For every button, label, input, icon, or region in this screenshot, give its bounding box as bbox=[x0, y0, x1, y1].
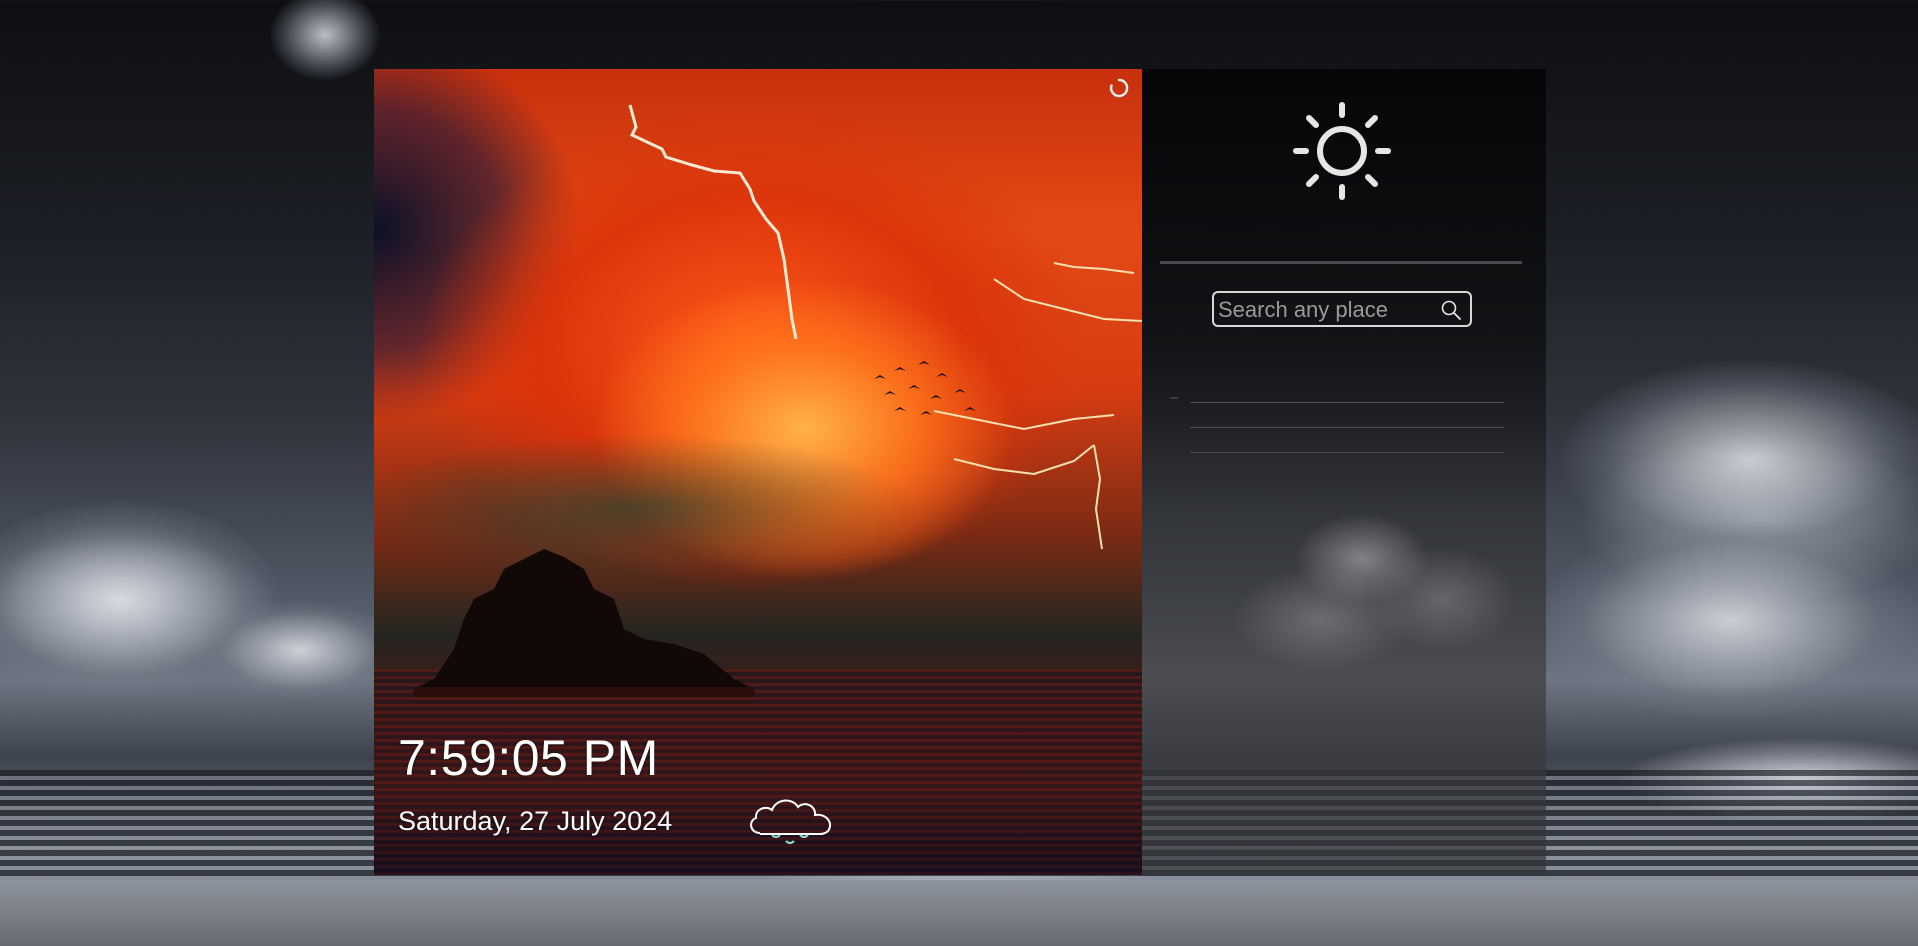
birds-illustration bbox=[874, 361, 976, 415]
clock-card: 7:59:05 PM Saturday, 27 July 2024 bbox=[374, 69, 1142, 875]
panel-cloud-art bbox=[1212, 449, 1532, 709]
clock-date: Saturday, 27 July 2024 bbox=[398, 806, 673, 836]
search-input[interactable] bbox=[1216, 295, 1440, 325]
result-item[interactable] bbox=[1190, 427, 1504, 428]
background-cloud bbox=[1540, 520, 1918, 720]
result-item[interactable] bbox=[1190, 452, 1504, 453]
result-bullet bbox=[1170, 397, 1178, 399]
refresh-icon[interactable] bbox=[1108, 77, 1130, 99]
sun-icon bbox=[1293, 102, 1391, 200]
cloud-rain-icon bbox=[750, 799, 832, 844]
weather-panel bbox=[1142, 69, 1546, 875]
search-icon[interactable] bbox=[1440, 299, 1462, 321]
island-silhouette bbox=[414, 549, 754, 697]
background-beach bbox=[0, 880, 1918, 946]
background-cloud bbox=[270, 0, 380, 80]
background-cloud bbox=[200, 600, 400, 700]
search-box bbox=[1212, 291, 1472, 327]
result-item[interactable] bbox=[1190, 402, 1504, 403]
panel-divider bbox=[1160, 261, 1522, 264]
clock-time: 7:59:05 PM bbox=[398, 730, 659, 786]
